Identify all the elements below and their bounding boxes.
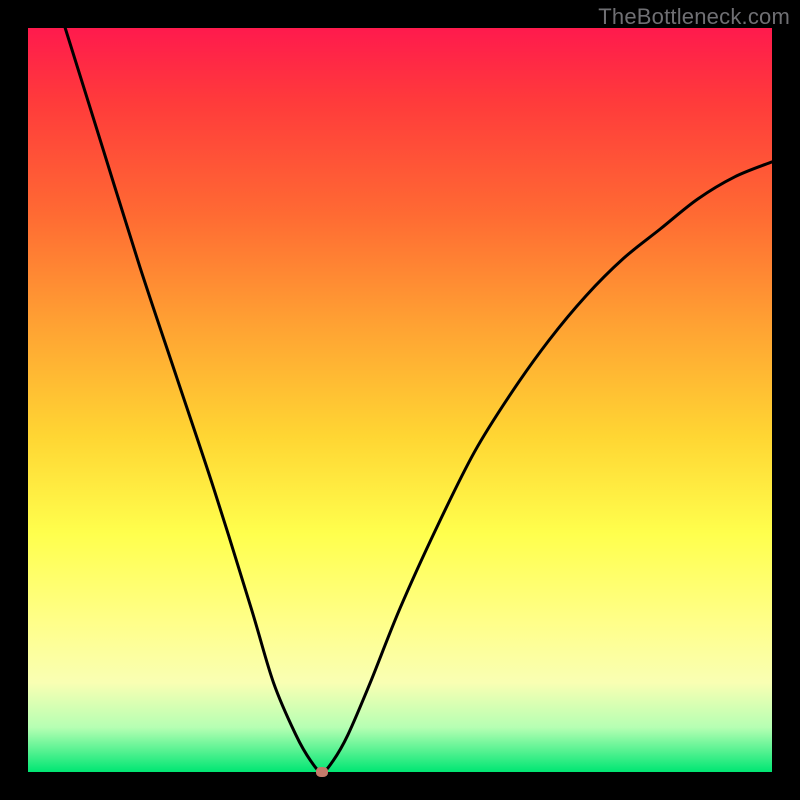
chart-frame: TheBottleneck.com xyxy=(0,0,800,800)
watermark-text: TheBottleneck.com xyxy=(598,4,790,30)
optimal-point-marker xyxy=(316,767,328,777)
bottleneck-curve xyxy=(28,28,772,772)
plot-area xyxy=(28,28,772,772)
